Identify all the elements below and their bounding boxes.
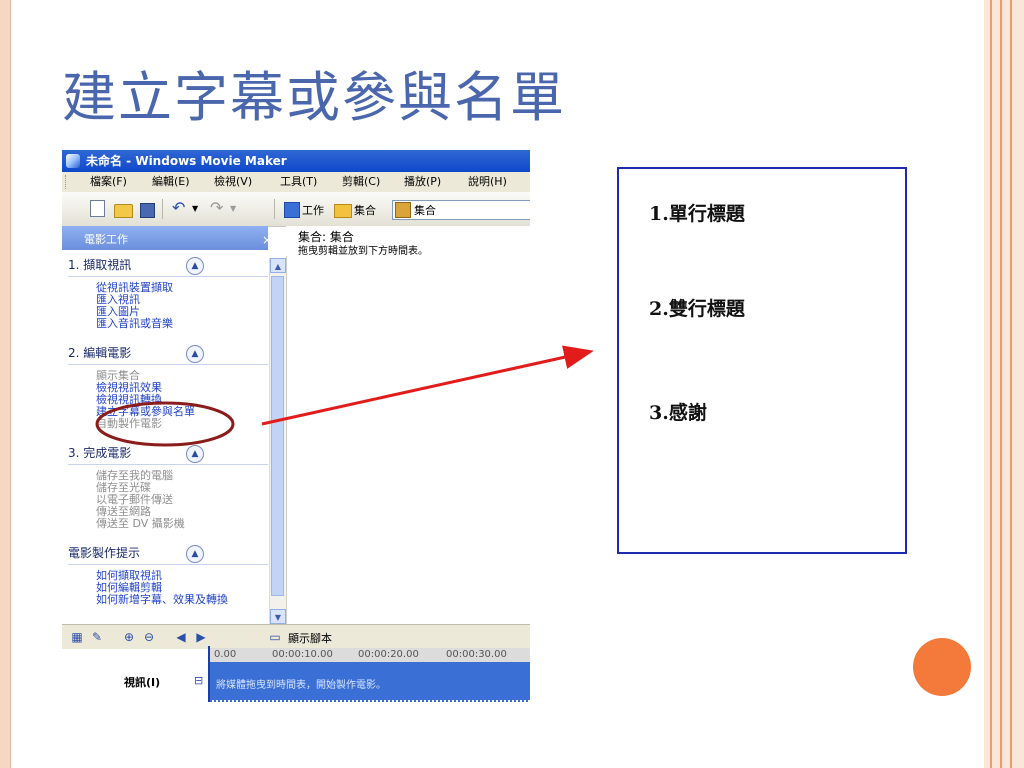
accent-dot <box>913 638 971 696</box>
scroll-down-icon[interactable]: ▼ <box>270 609 286 624</box>
slide-title: 建立字幕或參與名單 <box>62 66 566 129</box>
link-automovie[interactable]: 自動製作電影 <box>96 418 162 430</box>
border-line <box>990 0 992 768</box>
slide-left-border <box>0 0 11 768</box>
movie-tasks-pane: 電影工作 × 1. 擷取視訊 ▲ 從視訊裝置擷取 匯入視訊 匯入圖片 匯入音訊或… <box>62 226 272 624</box>
video-track-label: 視訊(I) <box>124 676 161 689</box>
task-pane-title: 電影工作 <box>84 233 128 246</box>
section-divider <box>68 276 268 277</box>
collection-content-area[interactable] <box>286 256 530 624</box>
callout-item-two-line: 2.雙行標題 <box>649 298 745 320</box>
narrate-mic-icon[interactable]: ✎ <box>90 630 104 644</box>
link-import-audio[interactable]: 匯入音訊或音樂 <box>96 318 173 330</box>
section-capture-title[interactable]: 1. 擷取視訊 <box>68 256 131 273</box>
timeline-grid-icon[interactable]: ▦ <box>70 630 84 644</box>
callout-box: 1.單行標題 2.雙行標題 3.感謝 <box>617 167 907 554</box>
chevron-up-icon[interactable]: ▲ <box>186 545 204 563</box>
border-line <box>1000 0 1002 768</box>
section-finish-title[interactable]: 3. 完成電影 <box>68 444 131 461</box>
menu-edit[interactable]: 編輯(E) <box>152 172 190 192</box>
tasks-button-label[interactable]: 工作 <box>302 202 324 218</box>
toolbar-grip[interactable] <box>65 175 69 189</box>
border-line <box>1010 0 1012 768</box>
collection-dropdown[interactable] <box>392 200 530 220</box>
slide-right-border <box>984 0 1024 768</box>
scroll-up-icon[interactable]: ▲ <box>270 258 286 273</box>
movie-maker-window: 未命名 - Windows Movie Maker 檔案(F) 編輯(E) 檢視… <box>62 150 530 710</box>
redo-icon[interactable]: ↷ <box>210 199 226 217</box>
chevron-up-icon[interactable]: ▲ <box>186 257 204 275</box>
tasks-icon[interactable] <box>284 202 300 218</box>
undo-icon[interactable]: ↶ <box>172 199 188 217</box>
section-divider <box>68 564 268 565</box>
ruler-tick: 0.00 <box>214 649 237 660</box>
callout-item-thanks: 3.感謝 <box>649 402 707 424</box>
timeline-ruler[interactable]: 0.00 00:00:10.00 00:00:20.00 00:00:30.00 <box>208 648 530 662</box>
link-send-dv[interactable]: 傳送至 DV 攝影機 <box>96 518 185 530</box>
track-placeholder: 將媒體拖曳到時間表，開始製作電影。 <box>216 680 386 691</box>
new-project-icon[interactable] <box>90 200 105 217</box>
storyboard-icon[interactable]: ▭ <box>268 630 282 644</box>
ruler-tick: 00:00:30.00 <box>446 649 507 660</box>
collection-selected: 集合 <box>414 204 436 217</box>
callout-item-single-line: 1.單行標題 <box>649 203 745 225</box>
zoom-in-icon[interactable]: ⊕ <box>122 630 136 644</box>
menu-view[interactable]: 檢視(V) <box>214 172 252 192</box>
video-track[interactable]: 將媒體拖曳到時間表，開始製作電影。 <box>208 662 530 702</box>
track-collapse-icon[interactable]: ⊟ <box>194 674 203 687</box>
menu-tools[interactable]: 工具(T) <box>280 172 317 192</box>
collections-folder-icon[interactable] <box>334 204 352 218</box>
toolbar-separator <box>274 199 275 219</box>
toolbar: ↶ ▼ ↷ ▼ 工作 集合 集合 <box>62 192 530 227</box>
link-how-add-titles[interactable]: 如何新增字幕、效果及轉換 <box>96 594 228 606</box>
ruler-tick: 00:00:20.00 <box>358 649 419 660</box>
section-edit-title[interactable]: 2. 編輯電影 <box>68 344 131 361</box>
show-storyboard-label[interactable]: 顯示腳本 <box>288 630 332 646</box>
chevron-up-icon[interactable]: ▲ <box>186 445 204 463</box>
section-tips-title[interactable]: 電影製作提示 <box>68 544 140 561</box>
play-icon[interactable]: ▶ <box>194 630 208 644</box>
window-title: 未命名 - Windows Movie Maker <box>86 154 287 168</box>
ruler-tick: 00:00:10.00 <box>272 649 333 660</box>
scroll-thumb[interactable] <box>271 276 284 596</box>
collections-button-label[interactable]: 集合 <box>354 202 376 218</box>
menu-help[interactable]: 說明(H) <box>468 172 507 192</box>
undo-dropdown-icon[interactable]: ▼ <box>192 200 198 218</box>
playhead[interactable] <box>208 646 210 702</box>
menu-file[interactable]: 檔案(F) <box>90 172 127 192</box>
chevron-up-icon[interactable]: ▲ <box>186 345 204 363</box>
section-divider <box>68 364 268 365</box>
menu-bar: 檔案(F) 編輯(E) 檢視(V) 工具(T) 剪輯(C) 播放(P) 說明(H… <box>62 172 530 192</box>
menu-clip[interactable]: 剪輯(C) <box>342 172 380 192</box>
movie-maker-icon <box>66 154 80 168</box>
window-titlebar[interactable]: 未命名 - Windows Movie Maker <box>62 150 530 172</box>
task-pane-header: 電影工作 × <box>62 226 272 250</box>
collection-hint: 拖曳剪輯並放到下方時間表。 <box>298 246 428 257</box>
timeline-toolbar: ▦ ✎ ⊕ ⊖ ◀ ▶ ▭ 顯示腳本 <box>62 624 530 649</box>
redo-dropdown-icon[interactable]: ▼ <box>230 200 236 218</box>
menu-play[interactable]: 播放(P) <box>404 172 441 192</box>
open-folder-icon[interactable] <box>114 204 133 218</box>
zoom-out-icon[interactable]: ⊖ <box>142 630 156 644</box>
save-icon[interactable] <box>140 203 155 218</box>
track-divider <box>208 700 530 702</box>
rewind-icon[interactable]: ◀ <box>174 630 188 644</box>
close-icon[interactable]: × <box>262 226 272 254</box>
collection-icon <box>395 202 411 218</box>
collection-header: 集合: 集合 拖曳剪輯並放到下方時間表。 <box>286 226 530 257</box>
section-divider <box>68 464 268 465</box>
toolbar-separator <box>162 199 163 219</box>
task-pane-scrollbar[interactable]: ▲ ▼ <box>269 258 286 624</box>
